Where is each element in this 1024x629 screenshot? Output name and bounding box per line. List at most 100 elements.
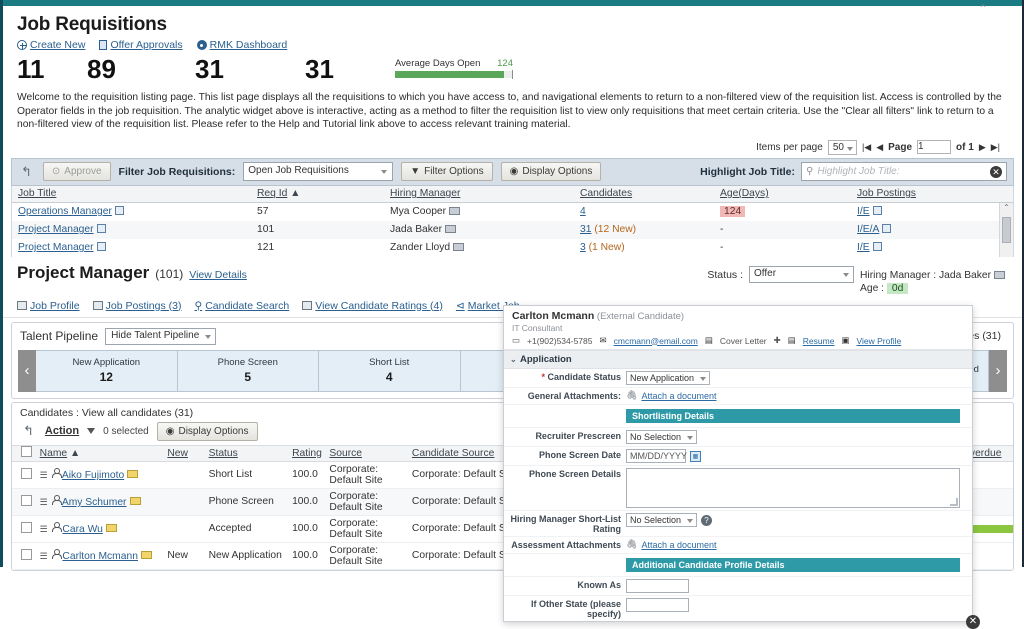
copy-icon[interactable] bbox=[97, 242, 106, 251]
col-name[interactable]: Name bbox=[40, 448, 67, 459]
undo-icon[interactable]: ↰ bbox=[18, 164, 35, 180]
first-page-button[interactable]: |◀ bbox=[862, 142, 871, 153]
popup-resume-link[interactable]: Resume bbox=[803, 336, 835, 346]
known-as-input[interactable] bbox=[626, 579, 689, 593]
items-per-page-select[interactable]: 50 bbox=[828, 140, 857, 155]
popup-section-application[interactable]: ⌄ Application bbox=[504, 350, 972, 369]
col-candidates[interactable]: Candidates bbox=[580, 188, 632, 199]
req-postings-link[interactable]: I/E bbox=[857, 242, 870, 253]
contact-card-icon[interactable] bbox=[994, 271, 1005, 279]
row-checkbox[interactable] bbox=[21, 522, 32, 533]
candidate-name-link[interactable]: Aiko Fujimoto bbox=[62, 470, 124, 481]
pipeline-stage-phone-screen[interactable]: Phone Screen 5 bbox=[178, 350, 320, 392]
kpi-value-4[interactable]: 31 bbox=[305, 54, 385, 84]
pipeline-next-arrow[interactable]: › bbox=[989, 350, 1007, 392]
req-title-link[interactable]: Project Manager bbox=[18, 224, 94, 235]
pipeline-stage-new-application[interactable]: New Application 12 bbox=[36, 350, 178, 392]
candidate-name-link[interactable]: Cara Wu bbox=[62, 524, 102, 535]
col-job-title[interactable]: Job Title bbox=[18, 188, 56, 199]
tab-job-profile[interactable]: Job Profile bbox=[17, 300, 80, 312]
hm-rating-select[interactable]: No Selection bbox=[626, 513, 697, 527]
drag-handle-icon[interactable]: ☰ bbox=[40, 498, 49, 507]
col-job-postings[interactable]: Job Postings bbox=[857, 188, 916, 199]
table-row[interactable]: Operations Manager 57 Mya Cooper 4 124 I… bbox=[12, 203, 999, 221]
row-checkbox[interactable] bbox=[21, 468, 32, 479]
hide-talent-pipeline-select[interactable]: Hide Talent Pipeline bbox=[105, 328, 216, 345]
calendar-icon[interactable]: ▦ bbox=[690, 451, 701, 462]
col-req-id[interactable]: Req Id bbox=[257, 188, 287, 199]
req-postings-link[interactable]: I/E/A bbox=[857, 224, 879, 235]
kpi-value-1[interactable]: 11 bbox=[17, 54, 87, 84]
col-hiring-manager[interactable]: Hiring Manager bbox=[390, 188, 460, 199]
pipeline-prev-arrow[interactable]: ‹ bbox=[18, 350, 36, 392]
candidate-card-icon[interactable] bbox=[127, 470, 138, 478]
create-new-link[interactable]: Create New bbox=[17, 39, 85, 51]
candidates-display-options-button[interactable]: ◉ Display Options bbox=[157, 422, 258, 441]
tab-candidate-search[interactable]: ⚲Candidate Search bbox=[194, 300, 289, 312]
tab-job-postings[interactable]: Job Postings (3) bbox=[93, 300, 182, 312]
candidate-card-icon[interactable] bbox=[141, 551, 152, 559]
undo-icon[interactable]: ↰ bbox=[20, 423, 37, 439]
collapse-chevron-icon[interactable]: ⌃ bbox=[974, 2, 992, 16]
drag-handle-icon[interactable]: ☰ bbox=[40, 552, 49, 561]
col-new[interactable]: New bbox=[167, 448, 188, 459]
approve-button[interactable]: ⊙ Approve bbox=[43, 162, 111, 181]
contact-card-icon[interactable] bbox=[453, 243, 464, 251]
col-age-days[interactable]: Age(Days) bbox=[720, 188, 769, 199]
other-state-input[interactable] bbox=[626, 598, 689, 612]
contact-card-icon[interactable] bbox=[449, 207, 460, 215]
pipeline-stage-short-list[interactable]: Short List 4 bbox=[319, 350, 461, 392]
candidate-card-icon[interactable] bbox=[130, 497, 141, 505]
select-all-checkbox[interactable] bbox=[21, 446, 32, 457]
popup-view-profile-link[interactable]: View Profile bbox=[856, 336, 901, 346]
average-days-open-gauge[interactable]: Average Days Open 124 bbox=[395, 54, 513, 78]
scrollbar-thumb[interactable] bbox=[1002, 217, 1011, 243]
col-status[interactable]: Status bbox=[209, 448, 238, 459]
kpi-value-2[interactable]: 89 bbox=[87, 54, 195, 84]
help-icon[interactable]: ? bbox=[701, 515, 712, 526]
next-page-button[interactable]: ▶ bbox=[979, 142, 986, 153]
phone-screen-date-input[interactable]: MM/DD/YYYY bbox=[626, 449, 686, 463]
requisition-table-scrollbar[interactable]: ⌃ bbox=[999, 203, 1013, 257]
prev-page-button[interactable]: ◀ bbox=[876, 142, 883, 153]
candidate-name-link[interactable]: Amy Schumer bbox=[62, 497, 127, 508]
scroll-up-icon[interactable]: ⌃ bbox=[1000, 203, 1013, 212]
candidate-card-icon[interactable] bbox=[106, 524, 117, 532]
req-title-link[interactable]: Operations Manager bbox=[18, 206, 112, 217]
status-select[interactable]: Offer bbox=[749, 266, 854, 283]
req-title-link[interactable]: Project Manager bbox=[18, 242, 94, 253]
popup-cover-letter[interactable]: Cover Letter bbox=[720, 336, 767, 346]
recruiter-prescreen-select[interactable]: No Selection bbox=[626, 430, 697, 444]
action-menu[interactable]: Action bbox=[45, 425, 79, 437]
table-row[interactable]: Project Manager 101 Jada Baker 31 (12 Ne… bbox=[12, 221, 999, 239]
clear-highlight-icon[interactable]: ✕ bbox=[990, 166, 1002, 178]
req-postings-link[interactable]: I/E bbox=[857, 206, 870, 217]
row-checkbox[interactable] bbox=[21, 549, 32, 560]
page-number-input[interactable]: 1 bbox=[917, 140, 951, 154]
table-row[interactable]: Project Manager 121 Zander Lloyd 3 (1 Ne… bbox=[12, 239, 999, 257]
attach-document-link[interactable]: Attach a document bbox=[641, 540, 716, 550]
filter-options-button[interactable]: ▼ Filter Options bbox=[401, 162, 492, 181]
req-candidates-link[interactable]: 4 bbox=[580, 206, 586, 217]
open-window-icon[interactable] bbox=[873, 206, 882, 215]
popup-close-button[interactable]: ✕ bbox=[966, 615, 980, 629]
col-rating[interactable]: Rating bbox=[292, 448, 322, 459]
req-candidates-link[interactable]: 3 bbox=[580, 242, 586, 253]
phone-screen-details-textarea[interactable] bbox=[626, 468, 960, 508]
kpi-value-3[interactable]: 31 bbox=[195, 54, 305, 84]
popup-email-link[interactable]: cmcmann@email.com bbox=[614, 336, 698, 346]
contact-card-icon[interactable] bbox=[445, 225, 456, 233]
req-candidates-link[interactable]: 31 bbox=[580, 224, 591, 235]
col-candidate-source[interactable]: Candidate Source bbox=[412, 448, 494, 459]
tab-view-candidate-ratings[interactable]: View Candidate Ratings (4) bbox=[302, 300, 443, 312]
highlight-input[interactable]: ⚲ Highlight Job Title: ✕ bbox=[801, 162, 1007, 181]
rmk-dashboard-link[interactable]: RMK Dashboard bbox=[197, 39, 288, 51]
view-details-link[interactable]: View Details bbox=[189, 269, 247, 281]
add-icon[interactable]: ✚ bbox=[774, 335, 781, 346]
last-page-button[interactable]: ▶| bbox=[991, 142, 1000, 153]
copy-icon[interactable] bbox=[97, 224, 106, 233]
drag-handle-icon[interactable]: ☰ bbox=[40, 525, 49, 534]
col-source[interactable]: Source bbox=[329, 448, 362, 459]
open-window-icon[interactable] bbox=[882, 224, 891, 233]
offer-approvals-link[interactable]: Offer Approvals bbox=[99, 39, 182, 51]
